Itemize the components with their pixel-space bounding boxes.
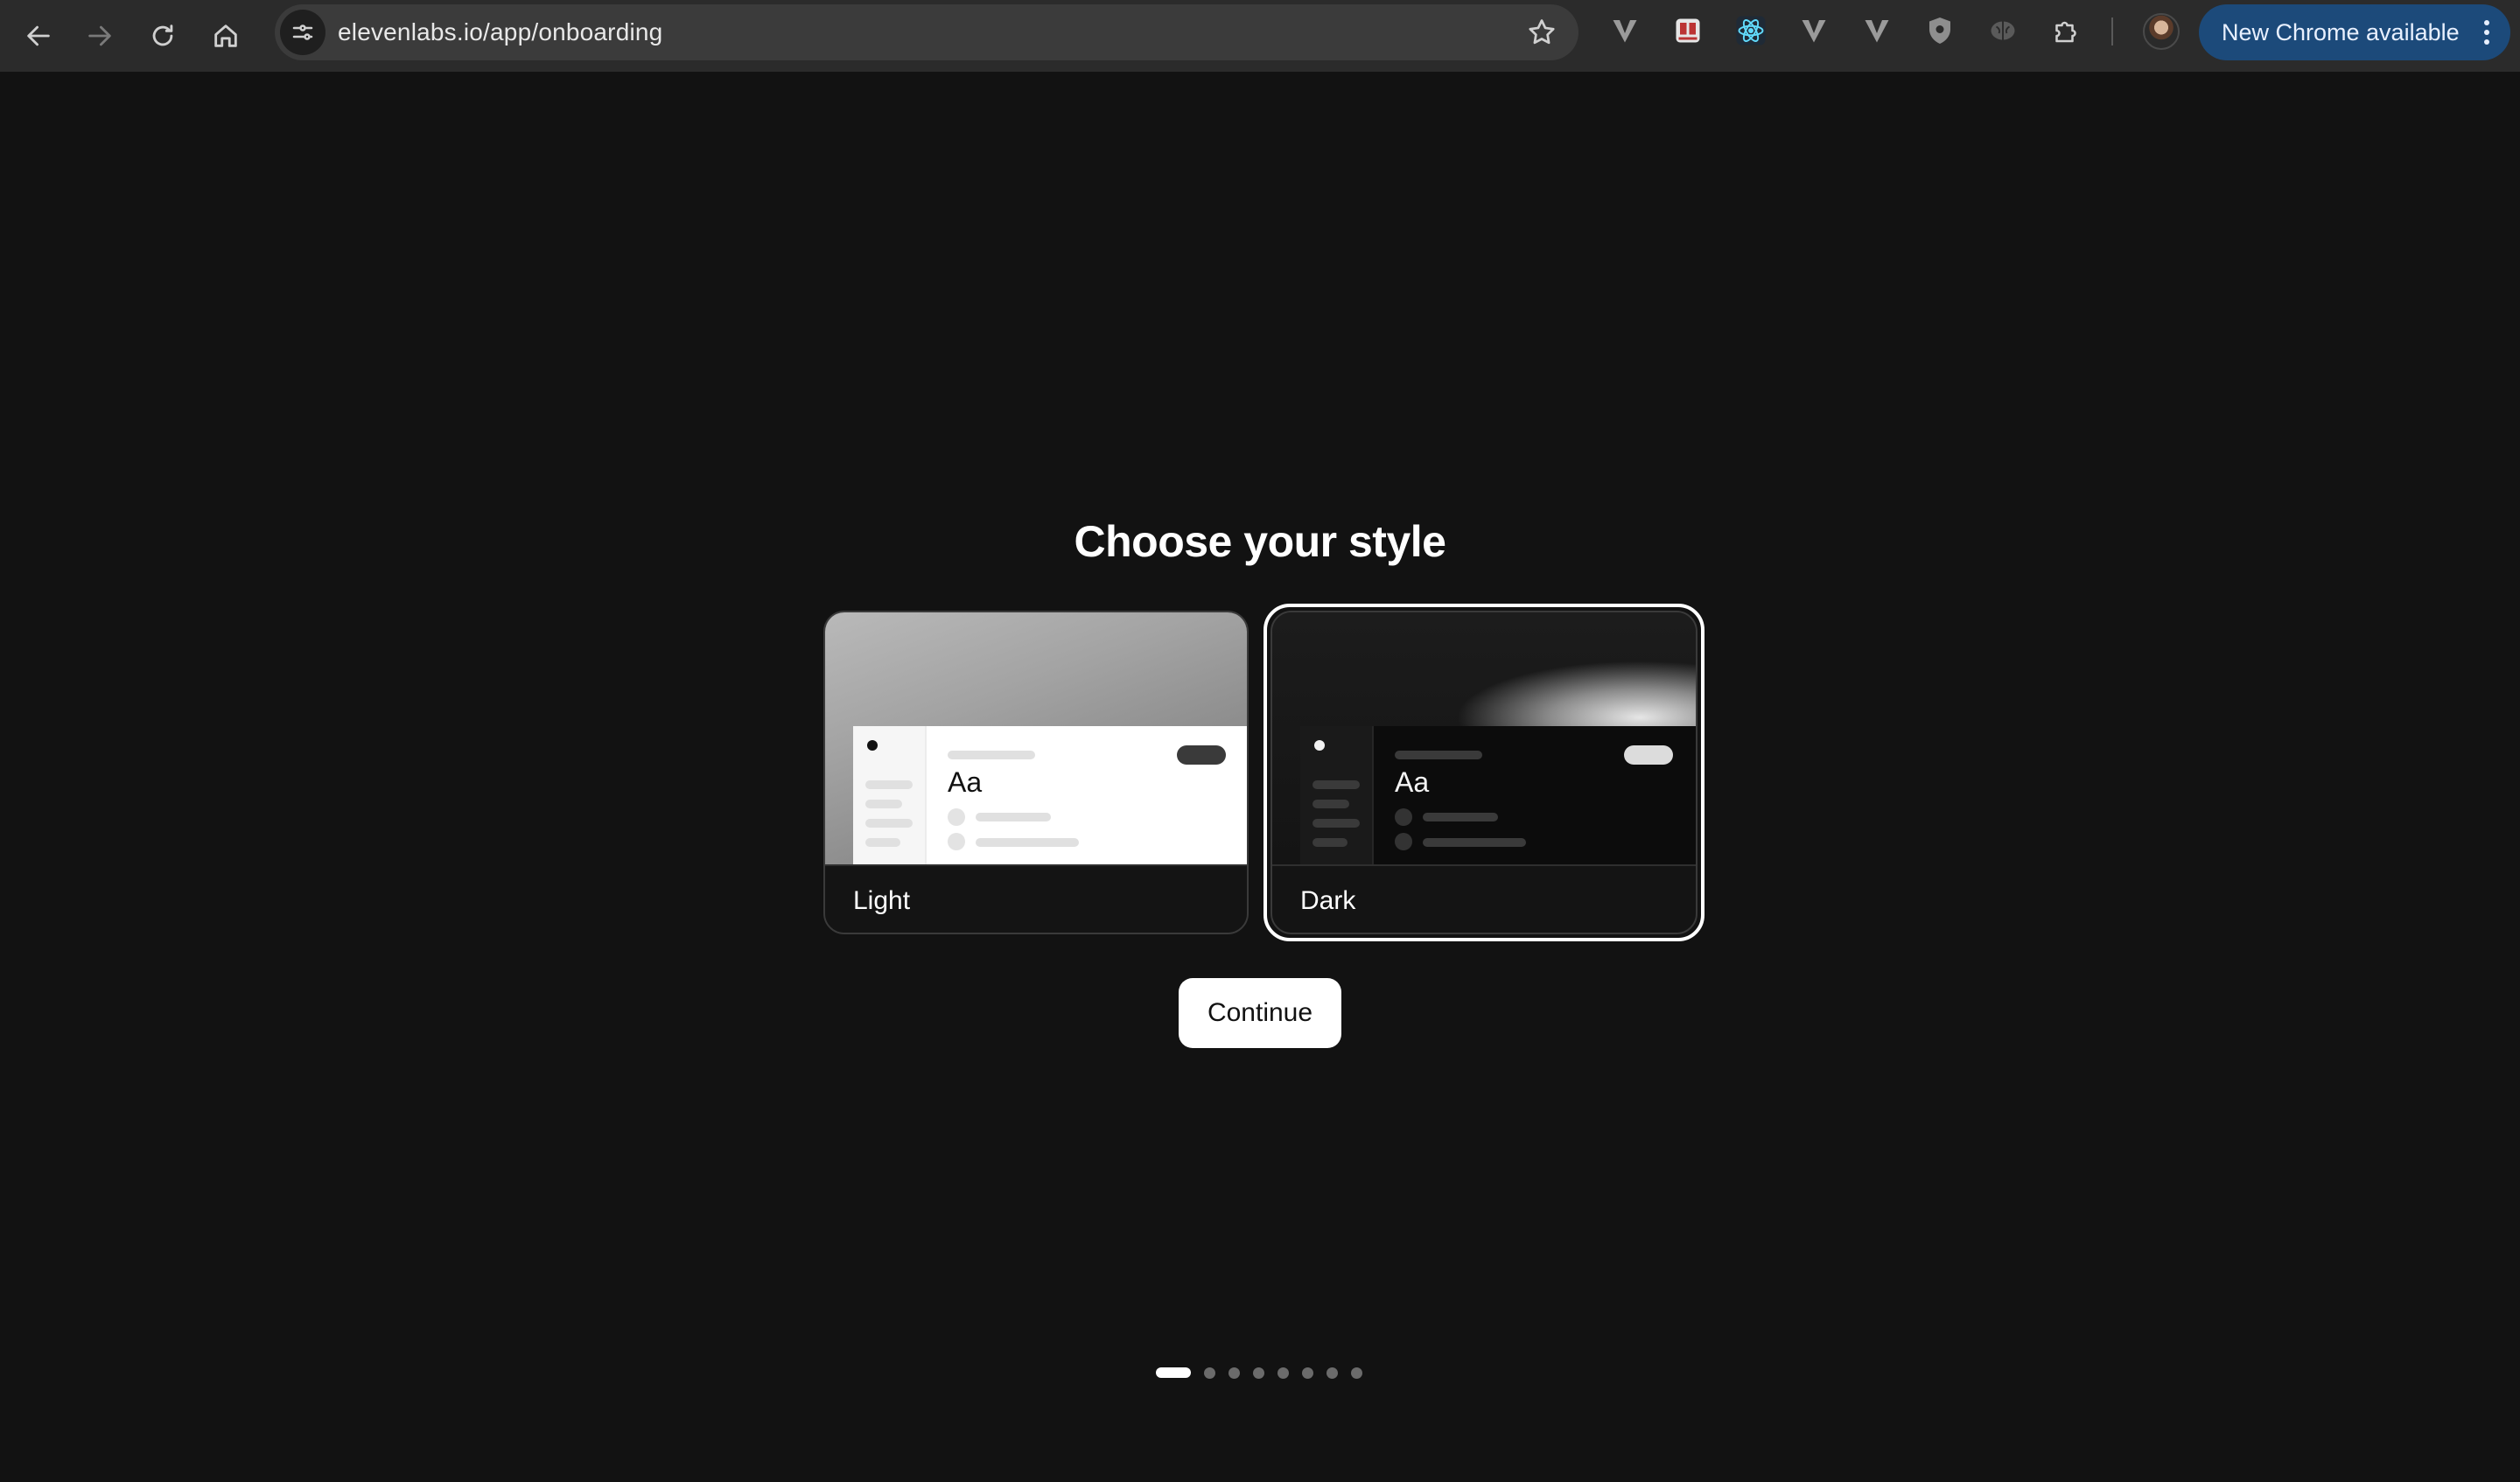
url-text[interactable]: elevenlabs.io/app/onboarding (338, 4, 662, 60)
home-button[interactable] (205, 15, 247, 57)
v-icon[interactable] (1796, 13, 1831, 48)
continue-button[interactable]: Continue (1179, 978, 1341, 1048)
step-dot (1351, 1367, 1362, 1379)
more-vert-icon[interactable] (2482, 20, 2491, 45)
preview-sample-text: Aa (1395, 766, 1430, 798)
tune-icon (292, 24, 313, 40)
v-icon[interactable] (1607, 13, 1642, 48)
home-icon (214, 24, 237, 47)
preview-sample-text: Aa (948, 766, 983, 798)
new-chrome-button[interactable]: New Chrome available (2199, 4, 2510, 60)
mock-window: Aa (1300, 726, 1696, 864)
update-label: New Chrome available (2222, 19, 2460, 45)
v-icon[interactable] (1859, 13, 1894, 48)
arrow-left-icon (27, 25, 50, 46)
step-dot (1278, 1367, 1289, 1379)
page-title: Choose your style (1074, 517, 1446, 566)
react-atom-icon[interactable] (1733, 13, 1768, 48)
address-bar[interactable]: elevenlabs.io/app/onboarding (275, 4, 1578, 60)
option-label: Light (853, 886, 911, 915)
style-option-light[interactable]: Aa Light (823, 611, 1249, 934)
mock-window: Aa (853, 726, 1247, 864)
forward-button[interactable] (79, 15, 121, 57)
step-dot (1253, 1367, 1264, 1379)
style-option-dark[interactable]: Aa Dark (1270, 611, 1698, 934)
option-label: Dark (1300, 886, 1356, 915)
step-dot-active (1156, 1367, 1191, 1378)
brain-icon[interactable] (1985, 13, 2020, 48)
reload-icon (152, 24, 173, 46)
dark-theme-preview: Aa (1272, 612, 1696, 864)
login-badge-icon[interactable] (1670, 13, 1705, 48)
reload-button[interactable] (142, 15, 184, 57)
light-theme-preview: Aa (825, 612, 1247, 864)
browser-toolbar: elevenlabs.io/app/onboarding New Chrome … (0, 0, 2520, 72)
back-button[interactable] (18, 15, 60, 57)
profile-avatar[interactable] (2143, 13, 2180, 50)
site-info-button[interactable] (280, 10, 326, 55)
onboarding-page: Choose your style Aa Light Aa Dark Conti… (0, 72, 2520, 1482)
step-dot (1228, 1367, 1240, 1379)
bookmark-star-icon[interactable] (1526, 17, 1558, 48)
shield-icon[interactable] (1922, 13, 1957, 48)
toolbar-separator (2111, 17, 2113, 45)
puzzle-icon[interactable] (2048, 13, 2083, 48)
step-dot (1326, 1367, 1338, 1379)
step-indicator (1156, 1367, 1376, 1379)
step-dot (1302, 1367, 1313, 1379)
step-dot (1204, 1367, 1215, 1379)
arrow-right-icon (88, 25, 111, 46)
